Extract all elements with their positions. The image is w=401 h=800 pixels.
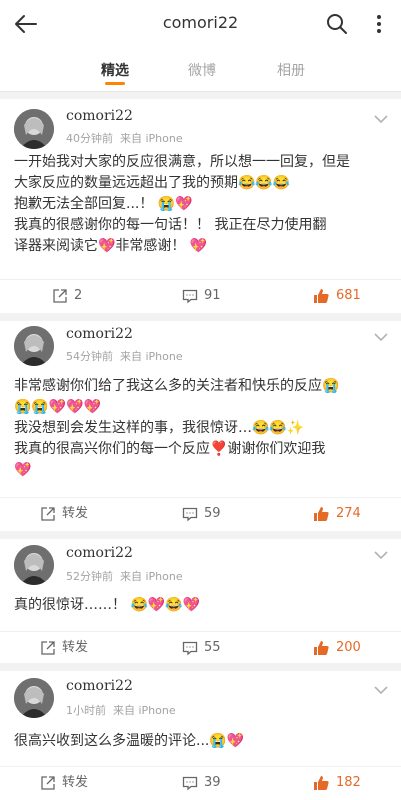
post-text-line: 大家反应的数量远远超出了我的预期😂😂😂 [14,175,291,191]
post-text-line: 💖 [14,462,32,478]
thumbs-up-icon [314,506,329,521]
avatar[interactable] [14,109,54,149]
comment-count: 55 [204,640,221,655]
chevron-down-icon[interactable] [373,549,389,561]
post-text-line: 😭😭💖💖💖 [14,399,102,415]
repost-label: 转发 [62,640,89,655]
post-text-line: 我没想到会发生这样的事，我很惊讶…😂😂✨ [14,420,305,436]
repost-button[interactable]: 转发 [40,638,88,658]
comment-button[interactable]: 55 [182,638,221,658]
thumbs-up-icon [314,288,329,303]
post-card[interactable]: comori22 54分钟前 来自 iPhone 非常感谢你们给了我这么多的关注… [0,321,401,531]
tab-featured[interactable]: 精选 [85,60,145,80]
share-icon [53,288,67,303]
more-vertical-icon[interactable] [367,12,391,36]
chevron-down-icon[interactable] [373,113,389,125]
post-card[interactable]: comori22 40分钟前 来自 iPhone 一开始我对大家的反应很满意，所… [0,99,401,313]
post-time: 54分钟前 [66,350,113,363]
comment-count: 59 [204,506,221,521]
post-text-line: 非常感谢你们给了我这么多的关注者和快乐的反应😭 [14,378,340,394]
avatar[interactable] [14,678,54,718]
post-meta: 40分钟前 来自 iPhone [66,130,183,146]
like-button[interactable]: 681 [312,286,361,306]
tab-weibo[interactable]: 微博 [172,60,232,80]
post-source: 来自 iPhone [120,350,183,363]
like-button[interactable]: 182 [312,773,361,793]
like-count: 200 [336,640,361,655]
active-tab-indicator [105,82,125,85]
post-card[interactable]: comori22 1小时前 来自 iPhone 很高兴收到这么多温暖的评论...… [0,671,401,800]
post-source: 来自 iPhone [120,570,183,583]
post-time: 40分钟前 [66,132,113,145]
search-icon[interactable] [325,12,349,36]
avatar[interactable] [14,326,54,366]
tab-bar: 精选 微博 相册 [0,48,401,92]
post-text-line: 我真的很感谢你的每一句话！！ 我正在尽力使用翻 [14,217,327,233]
post-text: 很高兴收到这么多温暖的评论...😭💖 [14,731,386,752]
comment-icon [182,507,198,521]
post-username[interactable]: comori22 [66,678,133,694]
post-text: 非常感谢你们给了我这么多的关注者和快乐的反应😭 😭😭💖💖💖 我没想到会发生这样的… [14,376,386,481]
share-icon [41,640,55,655]
post-meta: 52分钟前 来自 iPhone [66,568,183,584]
post-actions: 转发 55 200 [0,631,401,664]
share-icon [41,775,55,790]
avatar[interactable] [14,545,54,585]
like-count: 274 [336,506,361,521]
comment-count: 39 [204,775,221,790]
post-card[interactable]: comori22 52分钟前 来自 iPhone 真的很惊讶……！ 😂💖😂💖 转… [0,539,401,663]
post-actions: 2 91 681 [0,279,401,312]
repost-button[interactable]: 2 [52,286,82,306]
comment-count: 91 [204,288,221,303]
repost-label: 转发 [62,506,89,521]
comment-button[interactable]: 59 [182,504,221,524]
post-text: 真的很惊讶……！ 😂💖😂💖 [14,595,386,616]
post-meta: 1小时前 来自 iPhone [66,702,176,718]
comment-button[interactable]: 39 [182,773,221,793]
post-text-line: 抱歉无法全部回复...！ 😭💖 [14,196,193,212]
post-source: 来自 iPhone [113,704,176,717]
top-bar: comori22 [0,0,401,48]
post-text: 一开始我对大家的反应很满意，所以想一一回复，但是 大家反应的数量远远超出了我的预… [14,152,386,257]
post-text-line: 一开始我对大家的反应很满意，所以想一一回复，但是 [14,154,350,170]
like-button[interactable]: 274 [312,504,361,524]
post-username[interactable]: comori22 [66,108,133,124]
thumbs-up-icon [314,640,329,655]
like-button[interactable]: 200 [312,638,361,658]
repost-count: 2 [74,288,83,303]
post-text-line: 译器来阅读它💖非常感谢！ 💖 [14,238,208,254]
comment-button[interactable]: 91 [182,286,221,306]
chevron-down-icon[interactable] [373,331,389,343]
repost-button[interactable]: 转发 [40,773,88,793]
post-meta: 54分钟前 来自 iPhone [66,348,183,364]
post-source: 来自 iPhone [120,132,183,145]
like-count: 182 [336,775,361,790]
post-actions: 转发 59 274 [0,497,401,530]
repost-label: 转发 [62,775,89,790]
thumbs-up-icon [314,775,329,790]
post-username[interactable]: comori22 [66,545,133,561]
post-time: 1小时前 [66,704,106,717]
like-count: 681 [336,288,361,303]
post-actions: 转发 39 182 [0,766,401,799]
post-text-line: 我真的很高兴你们的每一个反应❣️谢谢你们欢迎我 [14,441,326,457]
chevron-down-icon[interactable] [373,684,389,696]
post-time: 52分钟前 [66,570,113,583]
tab-album[interactable]: 相册 [261,60,321,80]
comment-icon [182,776,198,790]
comment-icon [182,641,198,655]
post-text-line: 真的很惊讶……！ 😂💖😂💖 [14,597,201,613]
post-text-line: 很高兴收到这么多温暖的评论...😭💖 [14,733,245,749]
post-username[interactable]: comori22 [66,326,133,342]
comment-icon [182,289,198,303]
share-icon [41,506,55,521]
repost-button[interactable]: 转发 [40,504,88,524]
